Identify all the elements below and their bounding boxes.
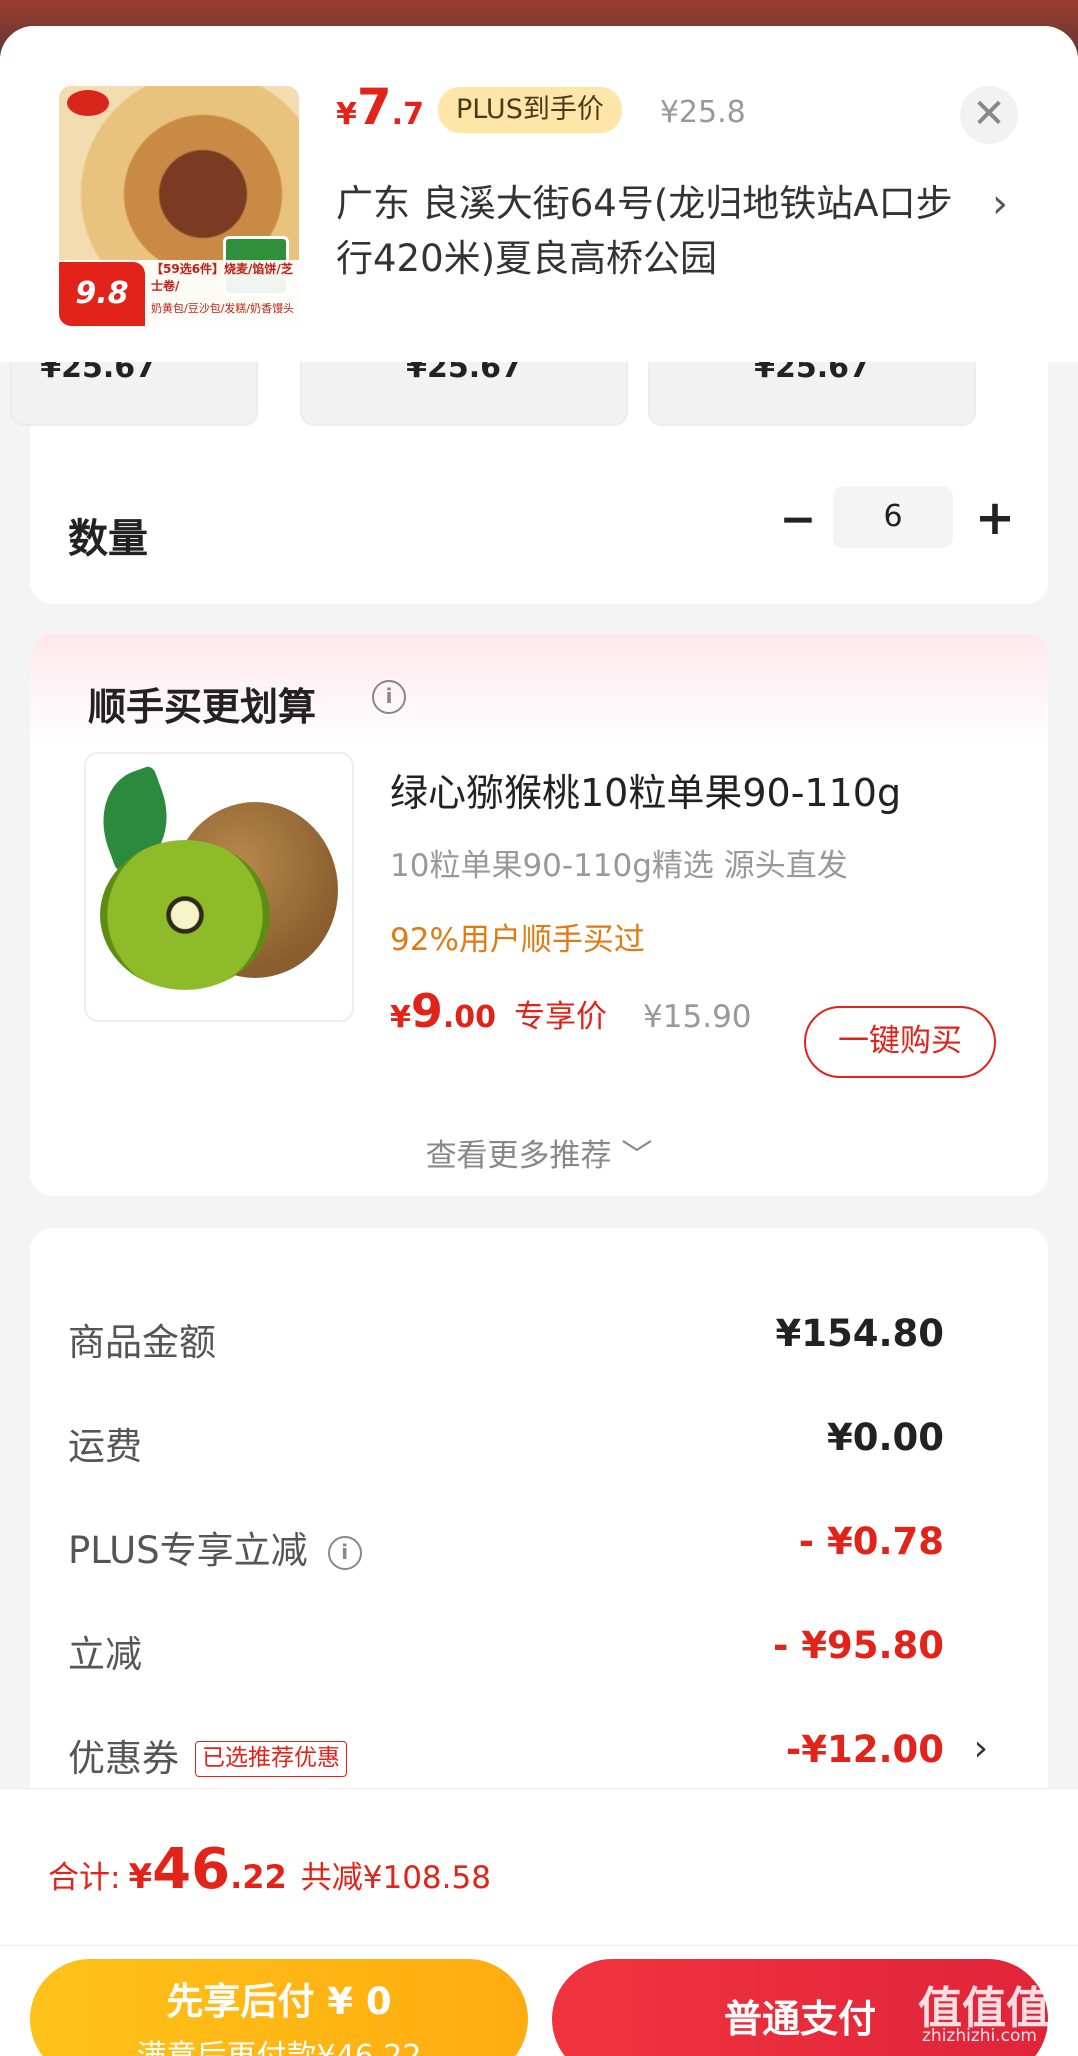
summary-label: 商品金额 xyxy=(68,1321,216,1364)
coupon-selected-badge: 已选推荐优惠 xyxy=(195,1741,347,1777)
brand-logo xyxy=(67,90,109,116)
total-integer: 46 xyxy=(152,1837,231,1902)
price-summary-card: 商品金额 ¥154.80 运费 ¥0.00 PLUS专享立减 i - ¥0.78 … xyxy=(30,1228,1048,1828)
pay-later-title: 先享后付 ¥ 0 xyxy=(166,1980,392,2023)
total-currency: ¥ xyxy=(128,1857,153,1897)
thumbnail-promo-text-2: 奶黄包/豆沙包/发糕/奶香馒头 xyxy=(151,302,295,315)
chevron-right-icon[interactable]: › xyxy=(992,181,1008,227)
total-savings: 共减¥108.58 xyxy=(300,1860,491,1896)
quantity-input[interactable]: 6 xyxy=(833,486,953,548)
recommend-price-integer: 9 xyxy=(410,984,443,1038)
summary-row-plus-discount: PLUS专享立减 i - ¥0.78 xyxy=(68,1512,998,1572)
order-total: 合计: ¥ 46 .22 共减¥108.58 xyxy=(48,1837,491,1902)
total-label: 合计: xyxy=(48,1860,121,1896)
summary-label: 运费 xyxy=(68,1425,142,1468)
summary-value: ¥154.80 xyxy=(775,1312,944,1355)
kiwi-half-graphic xyxy=(100,840,270,990)
quantity-increase-button[interactable]: + xyxy=(970,490,1020,550)
exclusive-price-tag: 专享价 xyxy=(514,999,608,1035)
sheet-header: 9.8 【59选6件】烧麦/馅饼/芝士卷/ 奶黄包/豆沙包/发糕/奶香馒头 ¥ … xyxy=(0,26,1078,362)
delivery-address[interactable]: 广东 良溪大街64号(龙归地铁站A口步行420米)夏良高桥公园 xyxy=(336,176,956,286)
info-icon[interactable]: i xyxy=(327,1536,362,1570)
summary-row-subtotal: 商品金额 ¥154.80 xyxy=(68,1304,998,1364)
summary-value: - ¥0.78 xyxy=(798,1520,944,1563)
summary-label: 立减 xyxy=(68,1633,142,1676)
summary-label: 优惠券 已选推荐优惠 xyxy=(68,1728,347,1782)
thumbnail-promo-text: 【59选6件】烧麦/馅饼/芝士卷/ xyxy=(151,262,293,293)
price-decimal: .7 xyxy=(391,97,424,132)
quantity-decrease-button[interactable]: − xyxy=(773,494,823,554)
summary-label-text: PLUS专享立减 xyxy=(68,1529,308,1572)
recommend-product-name[interactable]: 绿心猕猴桃10粒单果90-110g xyxy=(390,762,901,817)
checkout-bar: 合计: ¥ 46 .22 共减¥108.58 先享后付 ¥ 0 满意后再付款¥4… xyxy=(0,1788,1078,2056)
recommend-card: 顺手买更划算 i 绿心猕猴桃10粒单果90-110g 10粒单果90-110g精… xyxy=(30,634,1048,1196)
one-click-buy-button[interactable]: 一键购买 xyxy=(804,1006,996,1078)
info-icon[interactable]: i xyxy=(372,680,406,714)
price-currency: ¥ xyxy=(336,97,357,132)
summary-value: ¥0.00 xyxy=(826,1416,944,1459)
summary-label: PLUS专享立减 i xyxy=(68,1520,362,1574)
quantity-label: 数量 xyxy=(68,516,148,562)
divider xyxy=(0,1945,1078,1946)
close-button[interactable]: ✕ xyxy=(960,86,1018,144)
plus-price-tag: PLUS到手价 xyxy=(437,87,622,133)
pay-later-button[interactable]: 先享后付 ¥ 0 满意后再付款¥46.22 xyxy=(30,1959,528,2056)
plus-price: ¥ 7 .7 PLUS到手价 ¥25.8 xyxy=(336,82,746,142)
chevron-right-icon[interactable]: › xyxy=(974,1728,988,1769)
more-recommendations-link[interactable]: 查看更多推荐 ﹀ xyxy=(30,1130,1048,1175)
recommend-original-price: ¥15.90 xyxy=(643,999,752,1035)
recommend-price-currency: ¥ xyxy=(390,1000,411,1035)
summary-value: -¥12.00 xyxy=(785,1728,944,1771)
watermark-url: zhizhizhi.com xyxy=(922,2026,1037,2046)
total-decimal: .22 xyxy=(230,1858,287,1896)
close-icon: ✕ xyxy=(972,91,1006,137)
recommend-product-desc: 10粒单果90-110g精选 源头直发 xyxy=(390,848,848,884)
summary-row-instant-discount: 立减 - ¥95.80 xyxy=(68,1616,998,1676)
original-price: ¥25.8 xyxy=(659,94,746,130)
recommend-social-proof: 92%用户顺手买过 xyxy=(390,922,645,958)
checkout-sheet: 9.8 【59选6件】烧麦/馅饼/芝士卷/ 奶黄包/豆沙包/发糕/奶香馒头 ¥ … xyxy=(0,26,1078,2056)
thumbnail-price-label: 9.8 xyxy=(59,262,145,326)
spec-card: ¥25.67 ¥25.67 ¥25.67 数量 − 6 + xyxy=(10,326,1048,604)
summary-row-shipping: 运费 ¥0.00 xyxy=(68,1408,998,1468)
pay-later-subtitle: 满意后再付款¥46.22 xyxy=(30,2031,528,2056)
recommend-title: 顺手买更划算 xyxy=(88,685,317,729)
summary-row-coupon[interactable]: 优惠券 已选推荐优惠 -¥12.00 › xyxy=(68,1720,998,1780)
product-thumbnail[interactable]: 9.8 【59选6件】烧麦/馅饼/芝士卷/ 奶黄包/豆沙包/发糕/奶香馒头 xyxy=(59,86,299,326)
recommend-price: ¥ 9 .00 专享价 ¥15.90 xyxy=(390,984,752,1038)
recommend-price-decimal: .00 xyxy=(442,1000,497,1035)
price-integer: 7 xyxy=(356,78,392,136)
summary-label-text: 优惠券 xyxy=(68,1737,179,1780)
summary-value: - ¥95.80 xyxy=(772,1624,944,1667)
recommend-product-image[interactable] xyxy=(84,752,354,1022)
